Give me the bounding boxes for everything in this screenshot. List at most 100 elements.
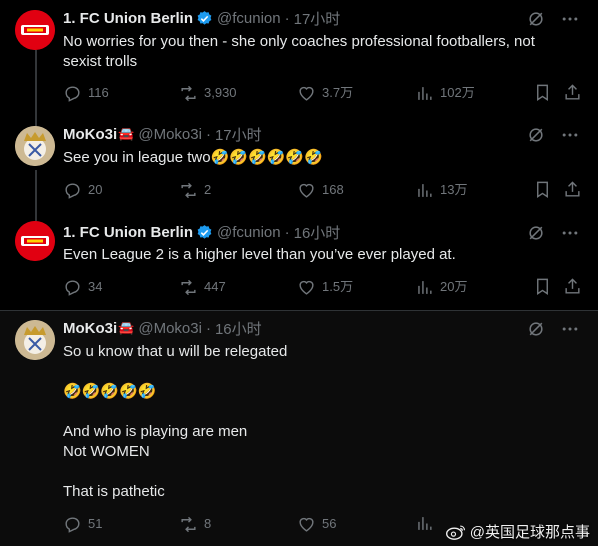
tweet-text: No worries for you then - she only coach… [63, 32, 573, 72]
reply-count: 34 [88, 279, 103, 294]
tweet-header: MoKo3i 🚘 @Moko3i · 17小时 [63, 124, 262, 144]
retweet-button[interactable]: 3,930 [179, 83, 237, 103]
like-count: 168 [322, 182, 344, 197]
tweet-line: No worries for you then - she only coach… [63, 33, 535, 50]
handle[interactable]: @fcunion [217, 224, 281, 241]
like-count: 1.5万 [322, 279, 354, 294]
bookmark-button[interactable] [533, 83, 558, 102]
avatar[interactable] [15, 320, 55, 360]
like-count: 56 [322, 516, 337, 531]
tweet[interactable]: MoKo3i 🚘 @Moko3i · 17小时 See you in leagu… [0, 120, 598, 215]
views-button[interactable]: 102万 [415, 83, 475, 103]
grok-icon[interactable] [526, 9, 546, 29]
reply-icon [65, 279, 80, 296]
grok-icon[interactable] [526, 125, 546, 145]
retweet-icon [181, 516, 196, 532]
reply-icon [65, 516, 80, 533]
more-icon[interactable] [560, 9, 580, 29]
display-name[interactable]: 1. FC Union Berlin [63, 10, 193, 27]
views-icon [418, 86, 432, 100]
view-count: 102万 [440, 85, 475, 100]
like-button[interactable]: 3.7万 [297, 83, 353, 103]
share-icon [565, 278, 580, 294]
retweet-count: 3,930 [204, 85, 237, 100]
share-icon [565, 84, 580, 100]
more-icon[interactable] [560, 125, 580, 145]
avatar[interactable] [15, 126, 55, 166]
like-button[interactable]: 168 [297, 180, 344, 200]
separator-dot: · [205, 319, 211, 337]
action-bar: 116 3,930 3.7万 102万 [63, 83, 583, 103]
views-button[interactable]: 20万 [415, 277, 467, 297]
verified-badge-icon [196, 224, 213, 241]
bookmark-icon [537, 84, 548, 101]
more-icon[interactable] [560, 223, 580, 243]
timestamp[interactable]: 16小时 [294, 222, 341, 243]
separator-dot: · [205, 125, 211, 143]
like-button[interactable]: 56 [297, 514, 336, 534]
avatar[interactable] [15, 221, 55, 261]
watermark-text: @英国足球那点事 [469, 524, 590, 541]
tweet-line: So u know that u will be relegated [63, 343, 288, 360]
reply-button[interactable]: 116 [63, 83, 109, 103]
verified-badge-icon [196, 10, 213, 27]
tweet-header: 1. FC Union Berlin @fcunion · 17小时 [63, 8, 340, 28]
separator-dot: · [284, 9, 290, 27]
retweet-button[interactable]: 2 [179, 180, 211, 200]
tweet-header: 1. FC Union Berlin @fcunion · 16小时 [63, 222, 340, 242]
bookmark-button[interactable] [533, 180, 558, 199]
more-icon[interactable] [560, 319, 580, 339]
separator-dot: · [284, 223, 290, 241]
tweet[interactable]: 1. FC Union Berlin @fcunion · 16小时 Even … [0, 215, 598, 310]
grok-icon[interactable] [526, 223, 546, 243]
views-icon [418, 183, 432, 197]
timestamp[interactable]: 17小时 [294, 8, 341, 29]
share-button[interactable] [563, 180, 588, 199]
retweet-button[interactable]: 447 [179, 277, 226, 297]
reply-icon [65, 85, 80, 102]
reply-button[interactable]: 51 [63, 514, 102, 534]
display-name[interactable]: MoKo3i [63, 126, 117, 143]
like-icon [299, 183, 314, 198]
watermark: @英国足球那点事 [445, 521, 590, 542]
views-icon [418, 280, 432, 294]
reply-button[interactable]: 34 [63, 277, 102, 297]
timestamp[interactable]: 17小时 [215, 124, 262, 145]
timestamp[interactable]: 16小时 [215, 318, 262, 339]
views-button[interactable]: 13万 [415, 180, 467, 200]
retweet-icon [181, 279, 196, 295]
avatar[interactable] [15, 10, 55, 50]
tweet-line: That is pathetic [63, 483, 165, 500]
tweet[interactable]: MoKo3i 🚘 @Moko3i · 16小时 So u know that u… [0, 311, 598, 546]
reply-icon [65, 182, 80, 199]
share-icon [565, 181, 580, 197]
bookmark-icon [537, 278, 548, 295]
tweet-line: sexist trolls [63, 53, 138, 70]
grok-icon[interactable] [526, 319, 546, 339]
tweet-line: And who is playing are men [63, 423, 248, 440]
tweet-text: Even League 2 is a higher level than you… [63, 245, 573, 265]
reply-count: 20 [88, 182, 103, 197]
like-button[interactable]: 1.5万 [297, 277, 353, 297]
like-count: 3.7万 [322, 85, 354, 100]
share-button[interactable] [563, 277, 588, 296]
share-button[interactable] [563, 83, 588, 102]
reply-count: 51 [88, 516, 103, 531]
reply-button[interactable]: 20 [63, 180, 102, 200]
retweet-icon [181, 182, 196, 198]
retweet-button[interactable]: 8 [179, 514, 211, 534]
retweet-count: 8 [204, 516, 212, 531]
bookmark-button[interactable] [533, 277, 558, 296]
name-emoji: 🚘 [118, 126, 135, 141]
like-icon [299, 86, 314, 101]
display-name[interactable]: 1. FC Union Berlin [63, 224, 193, 241]
tweet[interactable]: 1. FC Union Berlin @fcunion · 17小时 No wo… [0, 0, 598, 120]
views-button[interactable] [415, 514, 440, 533]
handle[interactable]: @fcunion [217, 10, 281, 27]
display-name[interactable]: MoKo3i [63, 320, 117, 337]
tweet-text: So u know that u will be relegated 🤣🤣🤣🤣🤣… [63, 342, 573, 502]
handle[interactable]: @Moko3i [138, 320, 202, 337]
handle[interactable]: @Moko3i [138, 126, 202, 143]
retweet-icon [181, 85, 196, 101]
tweet-text: See you in league two🤣🤣🤣🤣🤣🤣 [63, 148, 573, 168]
